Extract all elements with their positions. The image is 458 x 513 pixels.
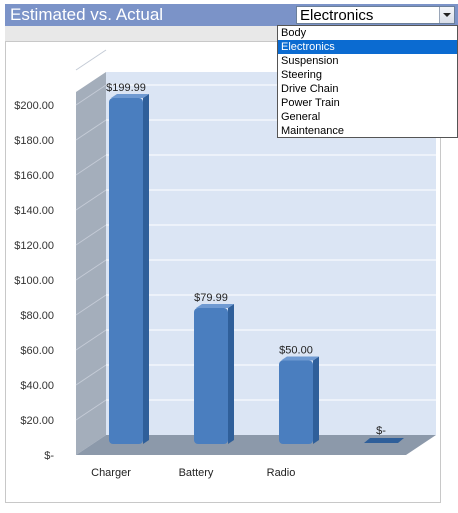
bar-empty (364, 438, 404, 443)
dropdown-option-maintenance[interactable]: Maintenance (278, 124, 457, 138)
category-label: Battery (179, 467, 214, 479)
bar-side (143, 94, 149, 444)
y-tick-label: $80.00 (20, 310, 54, 322)
dropdown-option-body[interactable]: Body (278, 26, 457, 40)
bar-top (111, 94, 149, 99)
dropdown-option-power-train[interactable]: Power Train (278, 96, 457, 110)
y-tick-label: $20.00 (20, 415, 54, 427)
bar-battery (194, 308, 228, 444)
y-tick-label: $60.00 (20, 345, 54, 357)
data-label: $- (376, 425, 386, 437)
y-tick-label: $120.00 (14, 240, 54, 252)
bar-top (196, 304, 234, 309)
y-tick-label: $- (44, 450, 54, 462)
bar-side (228, 304, 234, 444)
category-label: Charger (91, 467, 131, 479)
bar-charger (109, 98, 143, 444)
chevron-down-icon (443, 13, 451, 17)
dropdown-option-drive-chain[interactable]: Drive Chain (278, 82, 457, 96)
dropdown-option-general[interactable]: General (278, 110, 457, 124)
category-label: Radio (267, 467, 296, 479)
y-tick-label: $40.00 (20, 380, 54, 392)
data-label: $199.99 (106, 82, 146, 94)
category-dropdown-list[interactable]: Body Electronics Suspension Steering Drive C… (277, 25, 458, 138)
bar-top (281, 356, 319, 361)
y-tick-label: $100.00 (14, 275, 54, 287)
bar-radio (279, 360, 313, 444)
dropdown-option-suspension[interactable]: Suspension (278, 54, 457, 68)
dropdown-arrow-button[interactable] (439, 7, 454, 23)
sheet-title: Estimated vs. Actual (10, 5, 164, 24)
data-label: $79.99 (194, 292, 228, 304)
category-combobox-value: Electronics (300, 7, 374, 24)
y-tick-label: $200.00 (14, 100, 54, 112)
data-label: $50.00 (279, 345, 313, 357)
gridline-side (75, 49, 107, 71)
dropdown-option-electronics[interactable]: Electronics (278, 40, 457, 54)
y-tick-label: $140.00 (14, 205, 54, 217)
dropdown-option-steering[interactable]: Steering (278, 68, 457, 82)
y-tick-label: $180.00 (14, 135, 54, 147)
category-combobox[interactable]: Electronics (296, 6, 455, 24)
bar-side (313, 356, 319, 444)
y-tick-label: $160.00 (14, 170, 54, 182)
